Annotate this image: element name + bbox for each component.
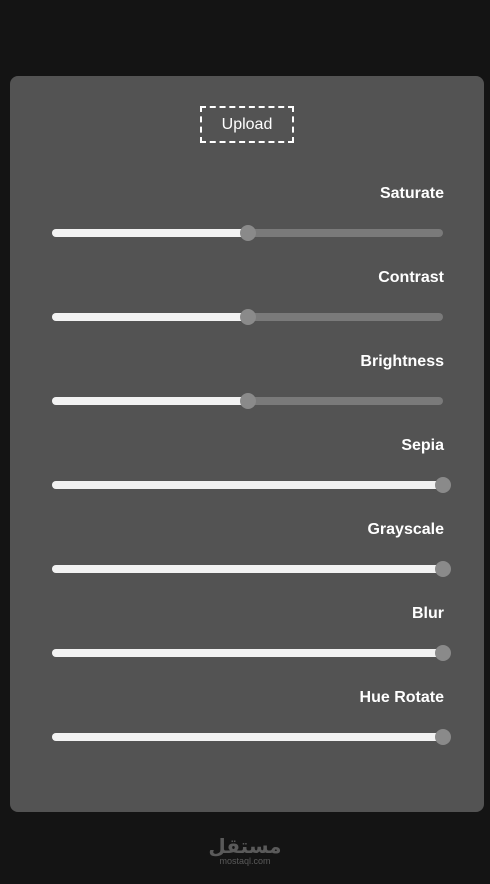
grayscale-slider[interactable] xyxy=(52,561,451,577)
hue-rotate-label: Hue Rotate xyxy=(359,689,444,706)
grayscale-slider-thumb[interactable] xyxy=(435,561,451,577)
saturate-slider[interactable] xyxy=(52,225,443,241)
saturate-label: Saturate xyxy=(379,185,444,202)
sepia-slider-fill xyxy=(52,481,443,489)
logo-text: مستقل xyxy=(208,836,282,858)
brightness-slider-fill xyxy=(52,397,248,405)
sepia-slider-thumb[interactable] xyxy=(435,477,451,493)
filter-panel: Upload Saturate Contrast Brightness Sepi… xyxy=(10,76,484,812)
brightness-slider[interactable] xyxy=(52,393,443,409)
grayscale-label: Grayscale xyxy=(367,521,444,538)
saturate-slider-thumb[interactable] xyxy=(239,225,256,241)
contrast-slider-thumb[interactable] xyxy=(239,309,256,325)
contrast-label: Contrast xyxy=(378,269,444,286)
brightness-control: Brightness xyxy=(10,352,484,436)
sepia-control: Sepia xyxy=(10,436,484,520)
upload-button[interactable]: Upload xyxy=(200,106,294,143)
contrast-slider-fill xyxy=(52,313,248,321)
blur-slider[interactable] xyxy=(52,645,451,661)
blur-control: Blur xyxy=(10,604,484,688)
hue-rotate-slider-fill xyxy=(52,733,443,741)
grayscale-control: Grayscale xyxy=(10,520,484,604)
hue-rotate-control: Hue Rotate xyxy=(10,688,484,772)
contrast-control: Contrast xyxy=(10,268,484,352)
logo-subtext: mostaql.com xyxy=(219,856,271,866)
blur-slider-thumb[interactable] xyxy=(435,645,451,661)
contrast-slider[interactable] xyxy=(52,309,443,325)
mostaql-logo: مستقل mostaql.com xyxy=(0,836,490,866)
saturate-control: Saturate xyxy=(10,184,484,268)
brightness-slider-thumb[interactable] xyxy=(239,393,256,409)
hue-rotate-slider[interactable] xyxy=(52,729,451,745)
blur-label: Blur xyxy=(412,605,444,622)
hue-rotate-slider-thumb[interactable] xyxy=(435,729,451,745)
blur-slider-fill xyxy=(52,649,443,657)
grayscale-slider-fill xyxy=(52,565,443,573)
sepia-label: Sepia xyxy=(401,437,444,454)
saturate-slider-fill xyxy=(52,229,248,237)
sepia-slider[interactable] xyxy=(52,477,451,493)
brightness-label: Brightness xyxy=(360,353,444,370)
